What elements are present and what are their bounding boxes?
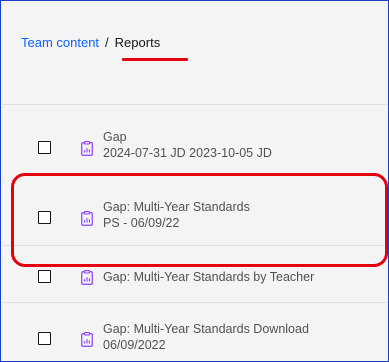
row-checkbox[interactable] [38,211,51,224]
list-item[interactable]: Gap: Multi-Year Standards by Teacher [2,246,388,303]
page-header: Team content / Reports [2,2,388,104]
breadcrumb: Team content / Reports [21,35,160,51]
breadcrumb-annotation-underline [122,58,188,61]
report-icon [81,270,93,285]
row-checkbox[interactable] [38,141,51,154]
report-title: Gap: Multi-Year Standards by Teacher [103,270,315,284]
breadcrumb-current-reports: Reports [114,35,161,50]
list-item[interactable]: Gap: Multi-Year Standards Download 06/09… [2,303,388,361]
report-icon [81,211,93,226]
report-subtitle: 06/09/2022 [103,338,166,352]
row-checkbox[interactable] [38,332,51,345]
report-icon [81,332,93,347]
list-item[interactable]: Gap: Multi-Year Standards PS - 06/09/22 [2,165,388,246]
report-title: Gap: Multi-Year Standards Download [103,322,309,336]
breadcrumb-separator: / [105,35,109,50]
report-title: Gap [103,130,127,144]
report-icon [81,141,93,156]
report-subtitle: PS - 06/09/22 [103,216,180,230]
row-checkbox[interactable] [38,270,51,283]
list-item[interactable]: Gap 2024-07-31 JD 2023-10-05 JD [2,105,388,166]
breadcrumb-team-content-link[interactable]: Team content [21,35,99,50]
report-title: Gap: Multi-Year Standards [103,200,250,214]
content-panel: Team content / Reports Gap 2024-07-31 JD 2… [0,0,389,362]
report-subtitle: 2024-07-31 JD 2023-10-05 JD [103,146,272,160]
